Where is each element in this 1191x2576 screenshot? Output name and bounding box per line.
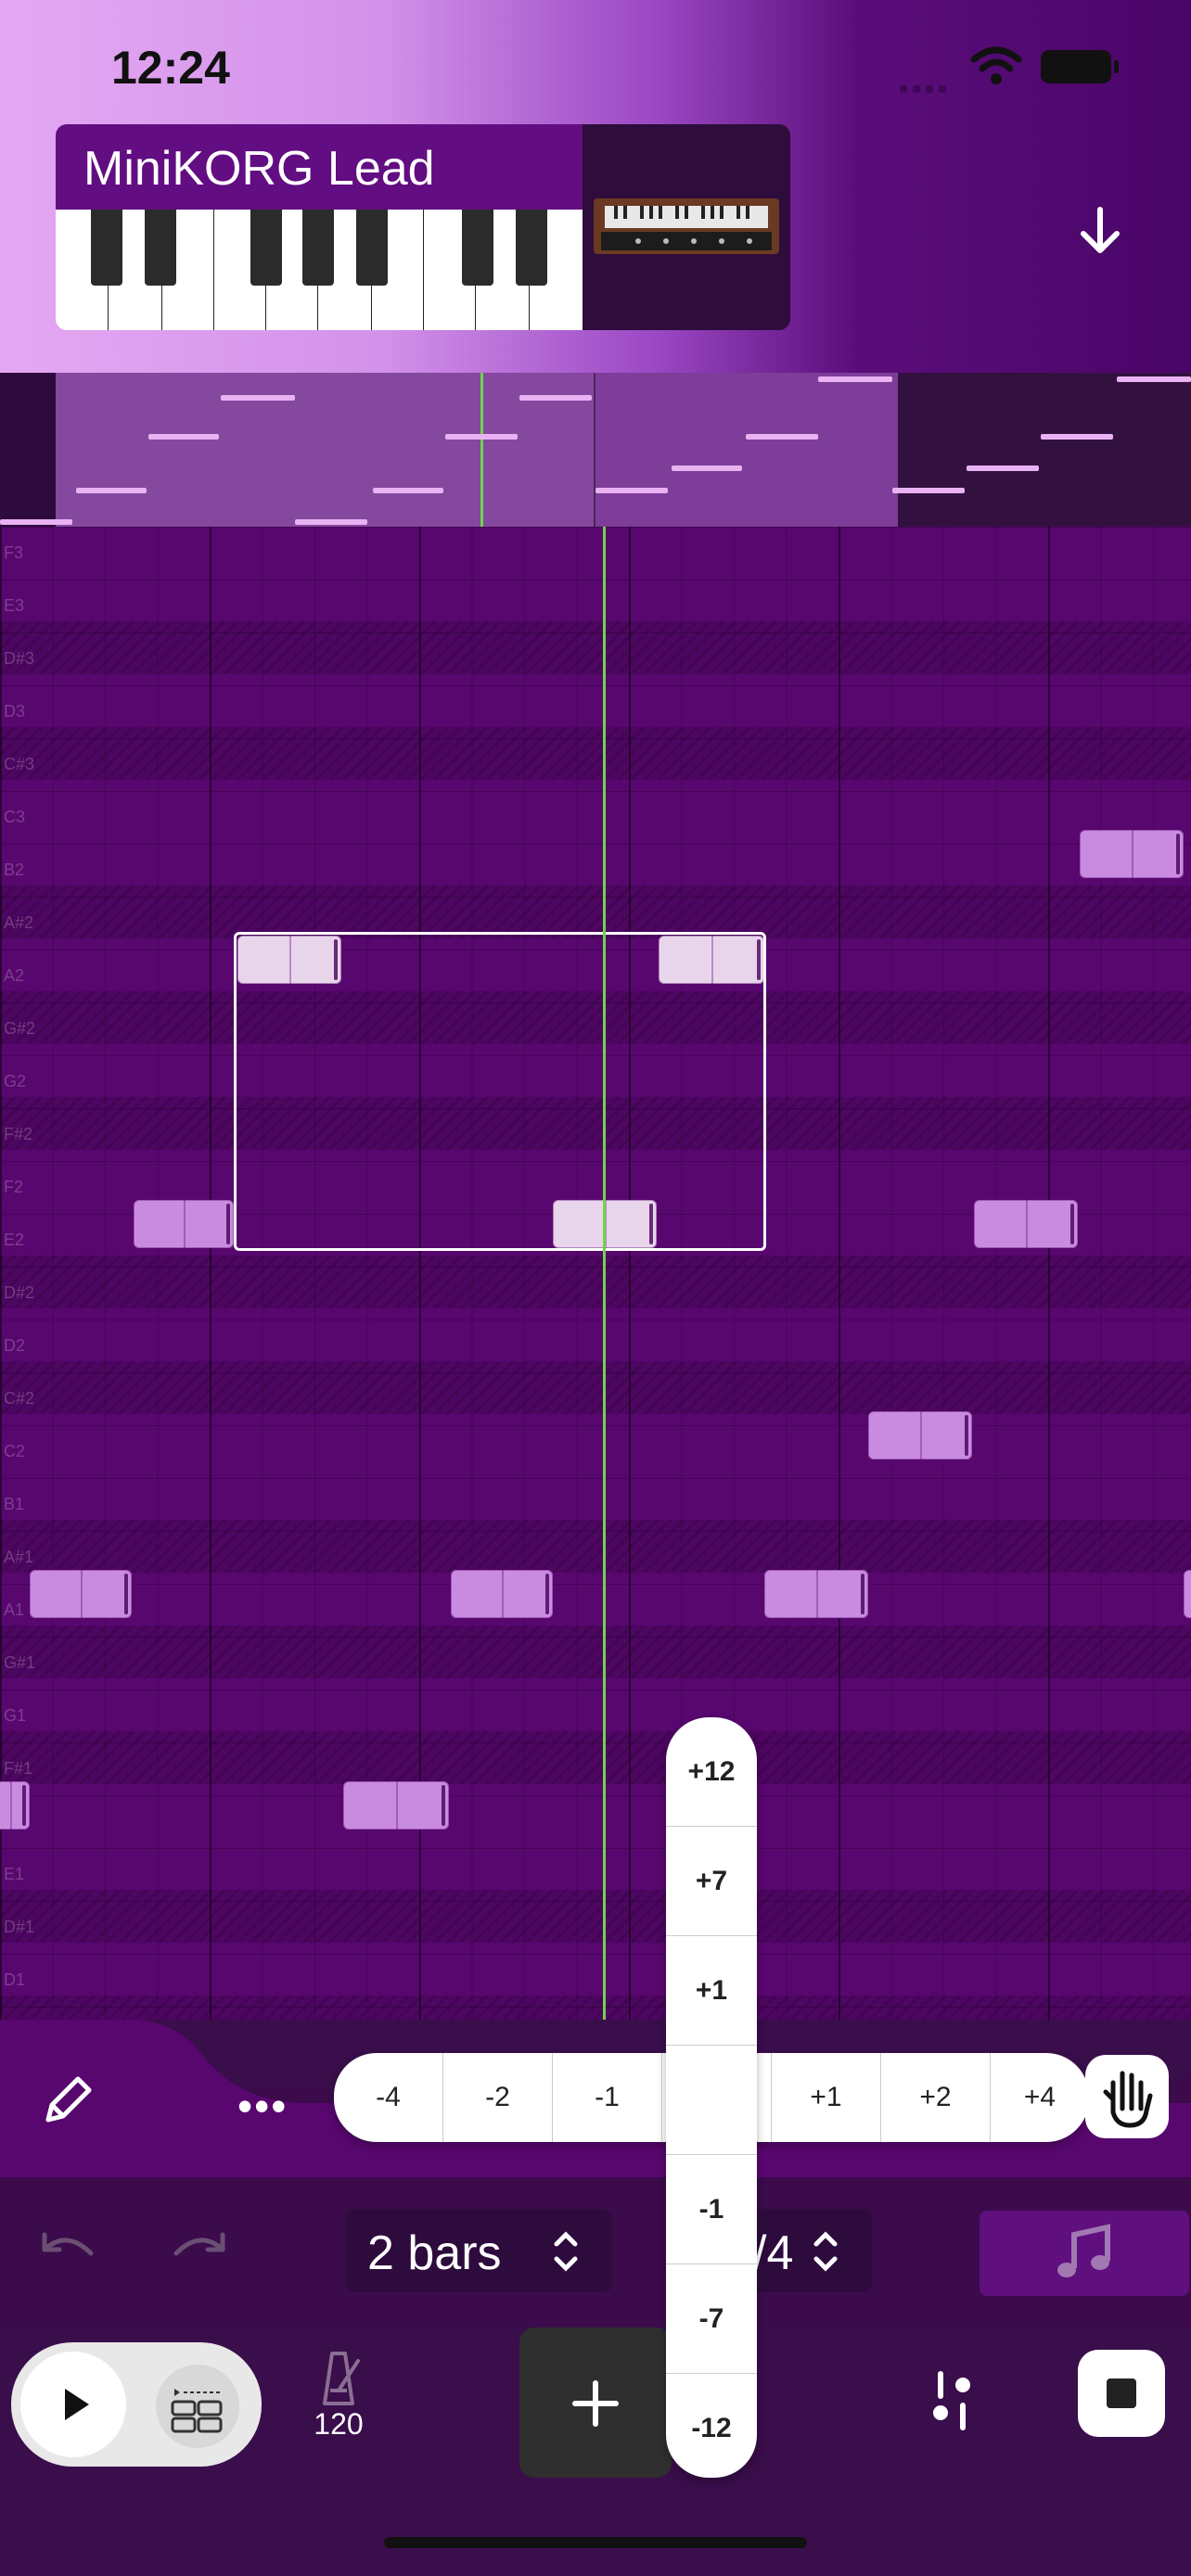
undo-icon[interactable]	[35, 2222, 100, 2277]
note[interactable]	[868, 1411, 972, 1460]
pattern-overview[interactable]	[0, 373, 1191, 527]
piano-roll-grid[interactable]: F3 E3 D#3 D3 C#3 C3 B2 A#2 A2 G#2 G2 F#2 F2 E2 D#2 D2 C#…	[0, 527, 1191, 2020]
transpose-button-plus-4[interactable]: +4	[991, 2053, 1089, 2142]
transpose-button-plus-12[interactable]: +12	[666, 1717, 757, 1827]
metronome-icon	[323, 2352, 360, 2405]
piano-keyboard	[56, 210, 583, 330]
pitch-label: C#2	[4, 1389, 35, 1408]
pitch-label: G#2	[4, 1019, 36, 1038]
note[interactable]	[343, 1781, 449, 1830]
pitch-label: D3	[4, 702, 26, 721]
length-value: 2 bars	[367, 2226, 502, 2280]
pitch-label: D1	[4, 1970, 26, 1989]
transpose-button-minus-7[interactable]: -7	[666, 2264, 757, 2374]
pencil-icon[interactable]	[35, 2068, 100, 2133]
note[interactable]	[134, 1200, 234, 1248]
hand-tool-button[interactable]	[1085, 2055, 1169, 2138]
pitch-label: A#2	[4, 913, 34, 932]
pitch-label: E2	[4, 1231, 25, 1249]
download-icon[interactable]	[1072, 204, 1128, 260]
music-note-icon	[1057, 2224, 1110, 2277]
transpose-vertical-bar: +12 +7 +1 -1 -7 -12	[666, 1717, 757, 2478]
pitch-label: G2	[4, 1072, 27, 1090]
pitch-label: D#2	[4, 1283, 35, 1302]
transpose-button-plus-7[interactable]: +7	[666, 1827, 757, 1936]
pitch-label: A2	[4, 966, 25, 985]
home-indicator	[384, 2537, 807, 2548]
instrument-card[interactable]: MiniKORG Lead	[56, 124, 790, 330]
instrument-thumbnail	[583, 124, 790, 330]
redo-icon[interactable]	[167, 2222, 232, 2277]
note[interactable]	[764, 1570, 868, 1618]
pitch-label: F2	[4, 1178, 24, 1196]
transpose-button-plus-1[interactable]: +1	[772, 2053, 881, 2142]
chevron-updown-icon	[813, 2231, 838, 2272]
transpose-button-minus-2[interactable]: -2	[443, 2053, 553, 2142]
battery-icon	[1041, 50, 1119, 83]
note[interactable]	[0, 1781, 30, 1830]
pitch-label: D#1	[4, 1918, 35, 1936]
playhead	[603, 527, 606, 2020]
note[interactable]	[1184, 1570, 1191, 1618]
play-icon	[65, 2389, 89, 2420]
transpose-button-down-1[interactable]: -1	[666, 2155, 757, 2264]
pitch-label: A#1	[4, 1548, 34, 1566]
chevron-updown-icon	[554, 2231, 578, 2272]
stop-icon	[1107, 2378, 1136, 2408]
pitch-label: C#3	[4, 755, 35, 773]
pitch-label: G1	[4, 1706, 27, 1725]
pitch-label: F3	[4, 543, 24, 562]
note-mode-button[interactable]	[980, 2211, 1189, 2296]
mixer-icon[interactable]	[924, 2368, 980, 2433]
tempo-control[interactable]: 120	[297, 2346, 380, 2448]
status-time: 12:24	[111, 42, 230, 94]
note[interactable]	[30, 1570, 132, 1618]
pitch-label: D#3	[4, 649, 35, 668]
tempo-value: 120	[314, 2407, 364, 2441]
signal-icon	[900, 67, 955, 93]
transpose-button-minus-1[interactable]: -1	[553, 2053, 662, 2142]
instrument-name: MiniKORG Lead	[83, 142, 435, 196]
length-selector[interactable]: 2 bars	[345, 2209, 612, 2292]
selection-box[interactable]	[234, 932, 766, 1251]
plus-icon	[572, 2380, 619, 2427]
pattern-view-button[interactable]	[156, 2365, 239, 2448]
note[interactable]	[974, 1200, 1078, 1248]
pitch-label: E3	[4, 596, 25, 615]
pitch-label: F#1	[4, 1759, 33, 1778]
note[interactable]	[451, 1570, 553, 1618]
play-button[interactable]	[20, 2352, 126, 2457]
pitch-label: A1	[4, 1600, 25, 1619]
hand-icon	[1103, 2071, 1153, 2128]
pitch-label: B1	[4, 1495, 25, 1513]
pitch-label: E1	[4, 1865, 25, 1883]
wifi-icon	[970, 46, 1022, 84]
more-icon[interactable]: •••	[237, 2081, 288, 2131]
pitch-label: G#1	[4, 1653, 36, 1672]
pitch-label: C2	[4, 1442, 26, 1460]
pitch-label: F#2	[4, 1125, 33, 1143]
playback-group	[11, 2342, 262, 2467]
stop-button[interactable]	[1078, 2350, 1165, 2437]
pitch-label: B2	[4, 861, 25, 879]
pitch-label: C3	[4, 808, 26, 826]
note[interactable]	[1080, 830, 1184, 878]
transpose-vertical-center	[666, 2046, 757, 2155]
pattern-icon	[171, 2389, 223, 2433]
time-signature-value: /4	[753, 2226, 794, 2280]
pitch-label: D2	[4, 1336, 26, 1355]
track-header: 12:24 MiniKORG Lead	[0, 0, 1191, 373]
overview-playhead	[480, 373, 483, 527]
add-button[interactable]	[519, 2327, 672, 2478]
transpose-button-minus-12[interactable]: -12	[666, 2374, 757, 2478]
transpose-button-minus-4[interactable]: -4	[334, 2053, 443, 2142]
transpose-button-up-1[interactable]: +1	[666, 1936, 757, 2046]
transpose-button-plus-2[interactable]: +2	[881, 2053, 991, 2142]
